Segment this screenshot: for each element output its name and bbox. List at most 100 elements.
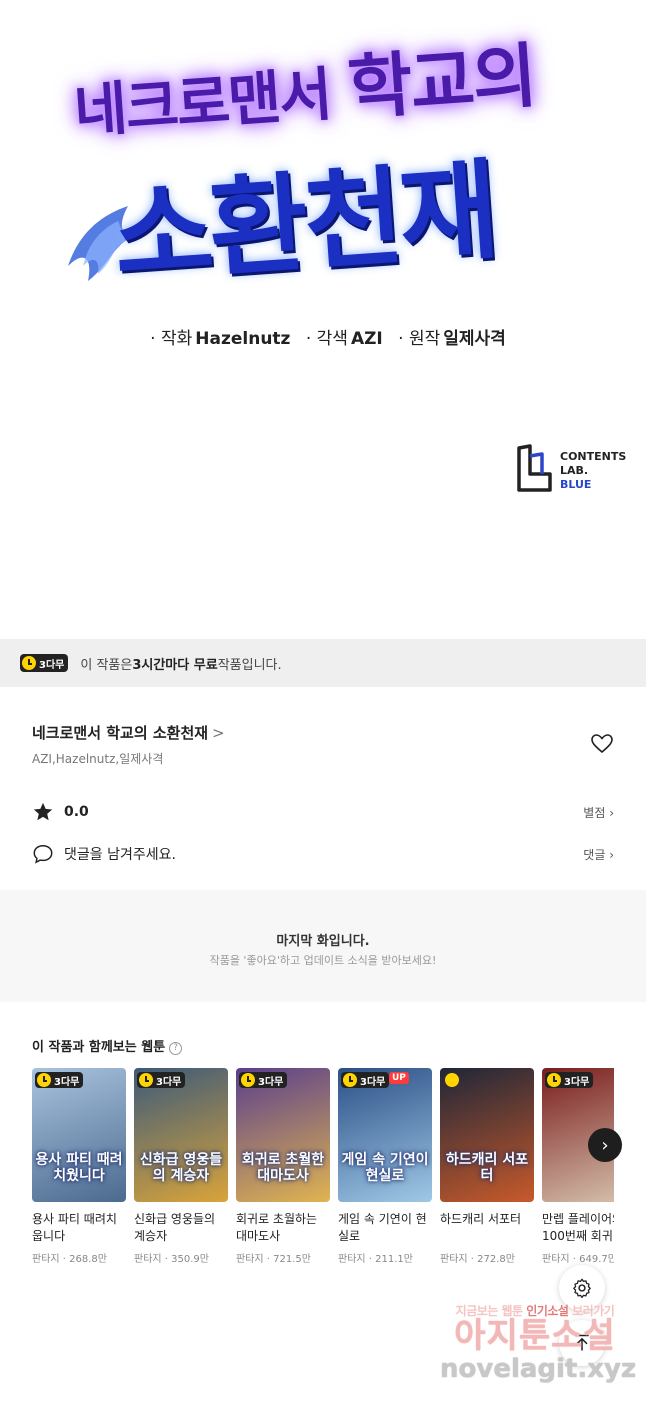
recommendations-heading: 이 작품과 함께보는 웹툰? <box>32 1036 183 1055</box>
recommendation-meta: 판타지 · 272.8만 <box>440 1250 534 1265</box>
recommendation-views: 350.9만 <box>171 1254 209 1265</box>
recommendation-meta: 판타지 · 268.8만 <box>32 1250 126 1265</box>
recommendation-title: 하드캐리 서포터 <box>440 1212 522 1226</box>
recommendation-thumbnail: 3다무용사 파티 때려 치웠니다 <box>32 1068 126 1202</box>
badge-label: 3다무 <box>360 1076 386 1088</box>
cover-title-part: 학교의 <box>345 34 538 130</box>
wait-free-badge: 3다무 <box>20 654 69 672</box>
series-title-link[interactable]: 네크로맨서 학교의 소환천재 > <box>32 722 225 743</box>
up-badge: UP <box>389 1072 409 1084</box>
wait-free-badge: 3다무 <box>239 1072 288 1088</box>
comment-placeholder: 댓글을 남겨주세요. <box>64 847 176 863</box>
gear-icon <box>573 1278 591 1299</box>
clock-icon <box>445 1073 459 1087</box>
chevron-right-icon: > <box>212 724 225 742</box>
publisher-text-1: CONTENTS <box>560 450 627 463</box>
wait-free-badge: 3다무 <box>35 1072 84 1088</box>
notice-text-bold: 3시간마다 무료 <box>132 657 218 673</box>
separator-dot: · <box>161 1254 172 1265</box>
badge-label: 3다무 <box>564 1076 590 1088</box>
rating-row[interactable]: 0.0 별점 › <box>32 800 614 824</box>
recommendation-thumbnail: 3다무 회귀로 초월한 대마도사 <box>236 1068 330 1202</box>
recommendation-views: 268.8만 <box>69 1254 107 1265</box>
free-notice-bar: 3다무 이 작품은 3시간마다 무료 작품입니다. <box>0 639 646 687</box>
credit-name: 일제사격 <box>443 329 506 349</box>
series-info-panel: 네크로맨서 학교의 소환천재 > AZI,Hazelnutz,일제사격 0.0 별… <box>0 688 646 888</box>
credit-name: Hazelnutz <box>195 329 291 349</box>
series-title: 네크로맨서 학교의 소환천재 <box>32 724 209 742</box>
clock-icon <box>241 1073 255 1087</box>
wait-free-badge: 3다무 <box>137 1072 186 1088</box>
credit-name: AZI <box>350 329 383 349</box>
recommendation-title: 용사 파티 때려치웁니다 <box>32 1212 117 1243</box>
separator-dot: · <box>59 1254 70 1265</box>
site-watermark: 지금보는 웹툰 인기소설 보러가기 아지툰소설 novelagit.xyz <box>440 1302 637 1394</box>
clock-icon <box>547 1073 561 1087</box>
thumbnail-cover-text: 용사 파티 때려 치웠니다 <box>35 1152 123 1184</box>
badge-label: 3다무 <box>39 659 65 671</box>
recommendation-card[interactable]: 3다무 신화급 영웅들의 계승자 신화급 영웅들의 계승자 판타지 · 350.9만 <box>134 1068 228 1265</box>
recommendation-card[interactable]: 3다무용사 파티 때려 치웠니다용사 파티 때려치웁니다판타지 · 268.8만 <box>32 1068 126 1265</box>
last-episode-title: 마지막 화입니다. <box>276 934 370 949</box>
wait-free-badge: 3다무 <box>341 1072 390 1088</box>
recommendation-meta: 판타지 · 721.5만 <box>236 1250 330 1265</box>
publisher-text-3: BLUE <box>560 478 592 491</box>
recommendation-genre: 판타지 <box>134 1254 162 1265</box>
recommendation-genre: 판타지 <box>338 1254 366 1265</box>
recommendation-card[interactable]: 하드캐리 서포터 하드캐리 서포터 판타지 · 272.8만 <box>440 1068 534 1265</box>
watermark-line2: 아지툰소설 <box>454 1316 616 1356</box>
carousel-next-button[interactable]: › <box>588 1128 622 1162</box>
cover-title-line2: 소환천재 <box>109 148 499 300</box>
recommendation-thumbnail: 하드캐리 서포터 <box>440 1068 534 1202</box>
wait-free-badge: 3다무 <box>545 1072 594 1088</box>
separator-dot: · <box>467 1254 478 1265</box>
recommendation-genre: 판타지 <box>32 1254 60 1265</box>
thumbnail-cover-text: 하드캐리 서포터 <box>445 1152 529 1184</box>
clock-icon <box>37 1073 51 1087</box>
last-episode-panel: 마지막 화입니다. 작품을 '좋아요'하고 업데이트 소식을 받아보세요! <box>0 890 646 1002</box>
recommendation-thumbnail: 3다무 UP 게임 속 기연이 현실로 <box>338 1068 432 1202</box>
recommendation-genre: 판타지 <box>542 1254 570 1265</box>
publisher-text-2: LAB. <box>560 464 589 477</box>
comment-link[interactable]: 댓글 › <box>583 846 614 863</box>
recommendations-section: 이 작품과 함께보는 웹툰? 3다무용사 파티 때려 치웠니다용사 파티 때려치… <box>0 1004 646 1294</box>
notice-text: 작품입니다. <box>217 657 282 673</box>
recommendation-title: 만렙 플레이어의 100번째 회귀 <box>542 1212 614 1243</box>
badge-label: 3다무 <box>258 1076 284 1088</box>
rating-link[interactable]: 별점 › <box>583 804 614 821</box>
cover-title-part: 네크로맨서 <box>71 60 333 146</box>
recommendation-genre: 판타지 <box>440 1254 468 1265</box>
last-episode-subtitle: 작품을 '좋아요'하고 업데이트 소식을 받아보세요! <box>209 954 437 967</box>
series-authors: AZI,Hazelnutz,일제사격 <box>32 752 164 766</box>
recommendation-title: 게임 속 기연이 현실로 <box>338 1212 427 1243</box>
clock-icon <box>343 1073 357 1087</box>
separator-dot: · <box>263 1254 274 1265</box>
recommendation-card[interactable]: 3다무 UP 게임 속 기연이 현실로 게임 속 기연이 현실로 판타지 · 211.1… <box>338 1068 432 1265</box>
recommendation-genre: 판타지 <box>236 1254 264 1265</box>
recommendation-title: 회귀로 초월하는 대마도사 <box>236 1212 318 1243</box>
thumbnail-cover-text: 신화급 영웅들의 계승자 <box>139 1152 223 1184</box>
publisher-logo: CONTENTS LAB. BLUE <box>516 444 626 494</box>
recommendation-views: 272.8만 <box>477 1254 515 1265</box>
recommendation-card[interactable]: 3다무만렙 플레이어의 100번째 회귀판타지 · 649.7만 <box>542 1068 614 1265</box>
recommendation-carousel: 3다무용사 파티 때려 치웠니다용사 파티 때려치웁니다판타지 · 268.8만… <box>32 1068 614 1288</box>
publisher-logo-text: CONTENTS LAB. BLUE <box>560 450 626 492</box>
recommendation-card[interactable]: 3다무 회귀로 초월한 대마도사회귀로 초월하는 대마도사판타지 · 721.5만 <box>236 1068 330 1265</box>
notice-text: 이 작품은 <box>80 657 133 673</box>
rating-value: 0.0 <box>64 804 89 820</box>
recommendation-title: 신화급 영웅들의 계승자 <box>134 1212 216 1243</box>
clock-icon <box>139 1073 153 1087</box>
credit-role: · 원작 <box>398 329 441 349</box>
help-icon[interactable]: ? <box>169 1042 183 1055</box>
recommendation-meta: 판타지 · 649.7만 <box>542 1250 614 1265</box>
comment-row[interactable]: 댓글을 남겨주세요. 댓글 › <box>32 842 614 866</box>
thumbnail-cover-text: 게임 속 기연이 현실로 <box>341 1152 429 1184</box>
comment-icon <box>33 845 53 864</box>
badge-label: 3다무 <box>156 1076 182 1088</box>
heart-icon[interactable] <box>590 732 614 756</box>
recommendation-views: 721.5만 <box>273 1254 311 1265</box>
cover-credits: · 작화 Hazelnutz · 각색 AZI · 원작 일제사격 <box>0 324 646 349</box>
watermark-line3: novelagit.xyz <box>440 1354 637 1384</box>
credit-role: · 작화 <box>150 329 193 349</box>
recommendation-meta: 판타지 · 211.1만 <box>338 1250 432 1265</box>
